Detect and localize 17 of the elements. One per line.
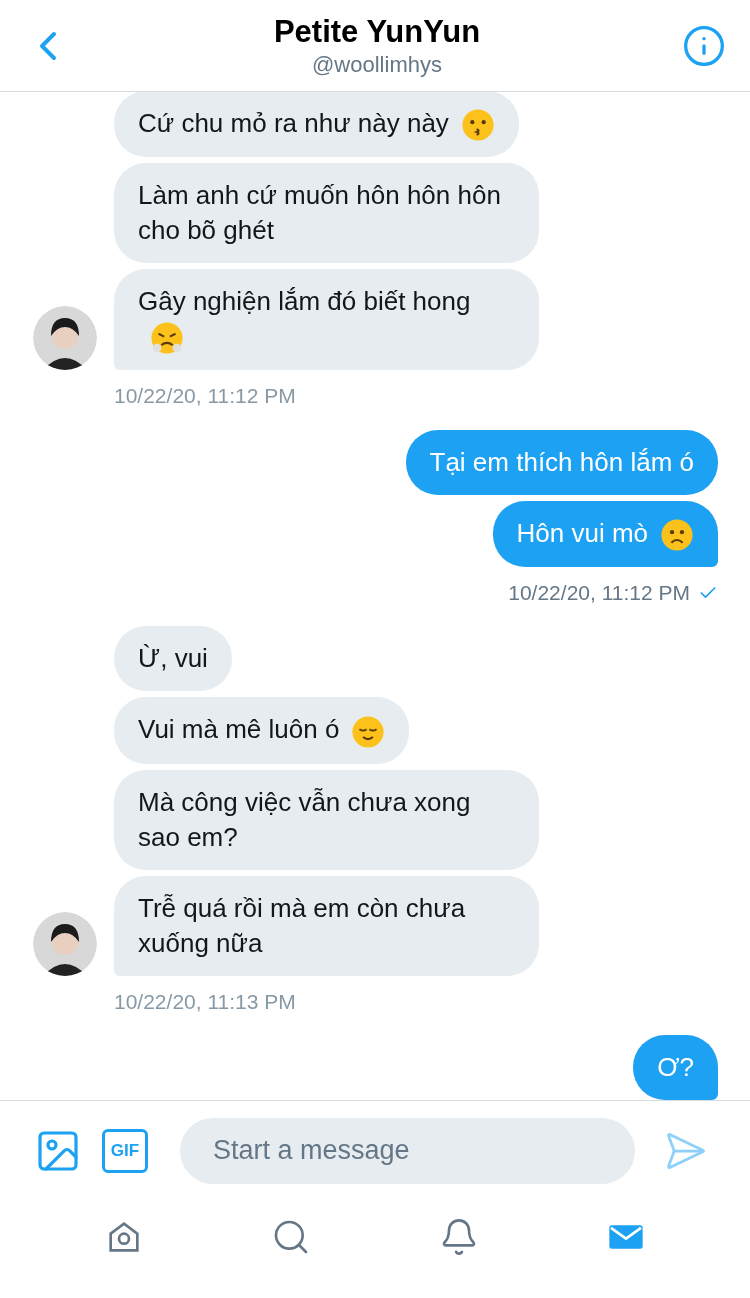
message-bubble: Cứ chu mỏ ra như này này (114, 92, 519, 158)
message-bubble: Làm anh cứ muốn hôn hôn hôn cho bõ ghét (114, 163, 539, 264)
message-bubble: Gây nghiện lắm đó biết hong (114, 269, 539, 371)
message-timestamp: 10/22/20, 11:12 PM (508, 579, 690, 606)
message-bubble: Ơ? (633, 1035, 718, 1100)
message-bubble: Vui mà mê luôn ó (114, 697, 410, 764)
message-bubble: Hôn vui mò (492, 500, 718, 567)
message-bubble: Mà công việc vẫn chưa xong sao em? (114, 769, 539, 870)
message-input[interactable]: Start a message (180, 1117, 635, 1184)
message-timestamp: 10/22/20, 11:12 PM (114, 383, 296, 410)
message-bubble: Tại em thích hôn lắm ó (405, 429, 718, 495)
message-timestamp: 10/22/20, 11:13 PM (114, 988, 296, 1015)
gif-button[interactable]: GIF (102, 1128, 148, 1173)
message-bubble: Trễ quá rồi mà em còn chưa xuống nữa (114, 875, 539, 976)
user-handle: @woollimhys (312, 50, 442, 79)
conversation-title: Petite YunYun (273, 12, 481, 51)
message-bubble: Ừ, vui (114, 626, 232, 692)
